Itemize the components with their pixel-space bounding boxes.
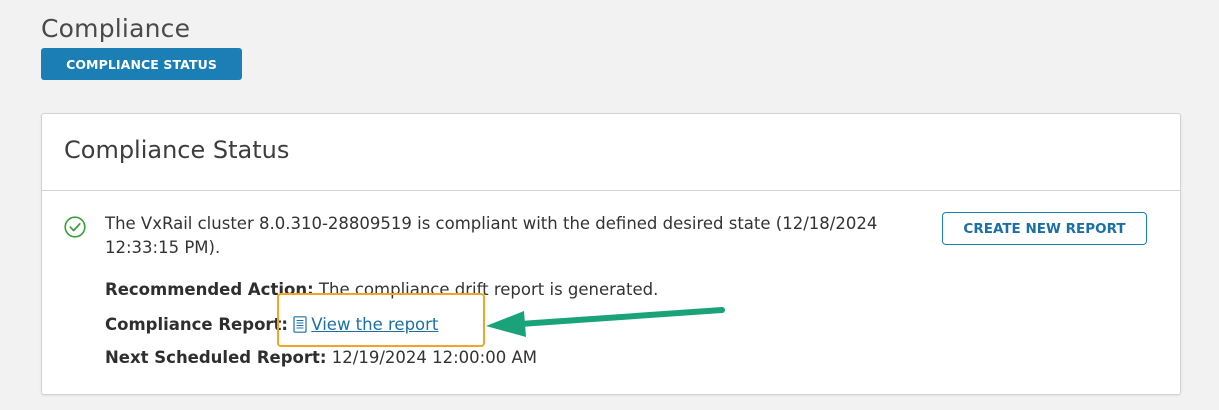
next-scheduled-report-row: Next Scheduled Report: 12/19/2024 12:00:… xyxy=(105,348,537,367)
page-title: Compliance xyxy=(41,14,191,43)
check-circle-icon xyxy=(64,216,86,238)
document-icon[interactable] xyxy=(293,316,307,333)
card-title: Compliance Status xyxy=(64,136,290,164)
recommended-action-row: Recommended Action: The compliance drift… xyxy=(105,280,658,299)
next-scheduled-report-value: 12/19/2024 12:00:00 AM xyxy=(331,348,537,367)
view-report-link[interactable]: View the report xyxy=(311,315,438,334)
recommended-action-value: The compliance drift report is generated… xyxy=(318,280,659,299)
tab-compliance-status[interactable]: COMPLIANCE STATUS xyxy=(41,48,242,80)
recommended-action-label: Recommended Action: xyxy=(105,280,314,299)
compliance-status-message: The VxRail cluster 8.0.310-28809519 is c… xyxy=(105,214,878,257)
compliance-report-label: Compliance Report: xyxy=(105,315,289,334)
create-new-report-button[interactable]: CREATE NEW REPORT xyxy=(942,212,1147,245)
next-scheduled-report-label: Next Scheduled Report: xyxy=(105,348,327,367)
card-header: Compliance Status xyxy=(42,114,1180,191)
compliance-report-row: Compliance Report: View the report xyxy=(105,315,438,334)
compliance-status-card: Compliance Status The VxRail cluster 8.0… xyxy=(41,113,1181,395)
